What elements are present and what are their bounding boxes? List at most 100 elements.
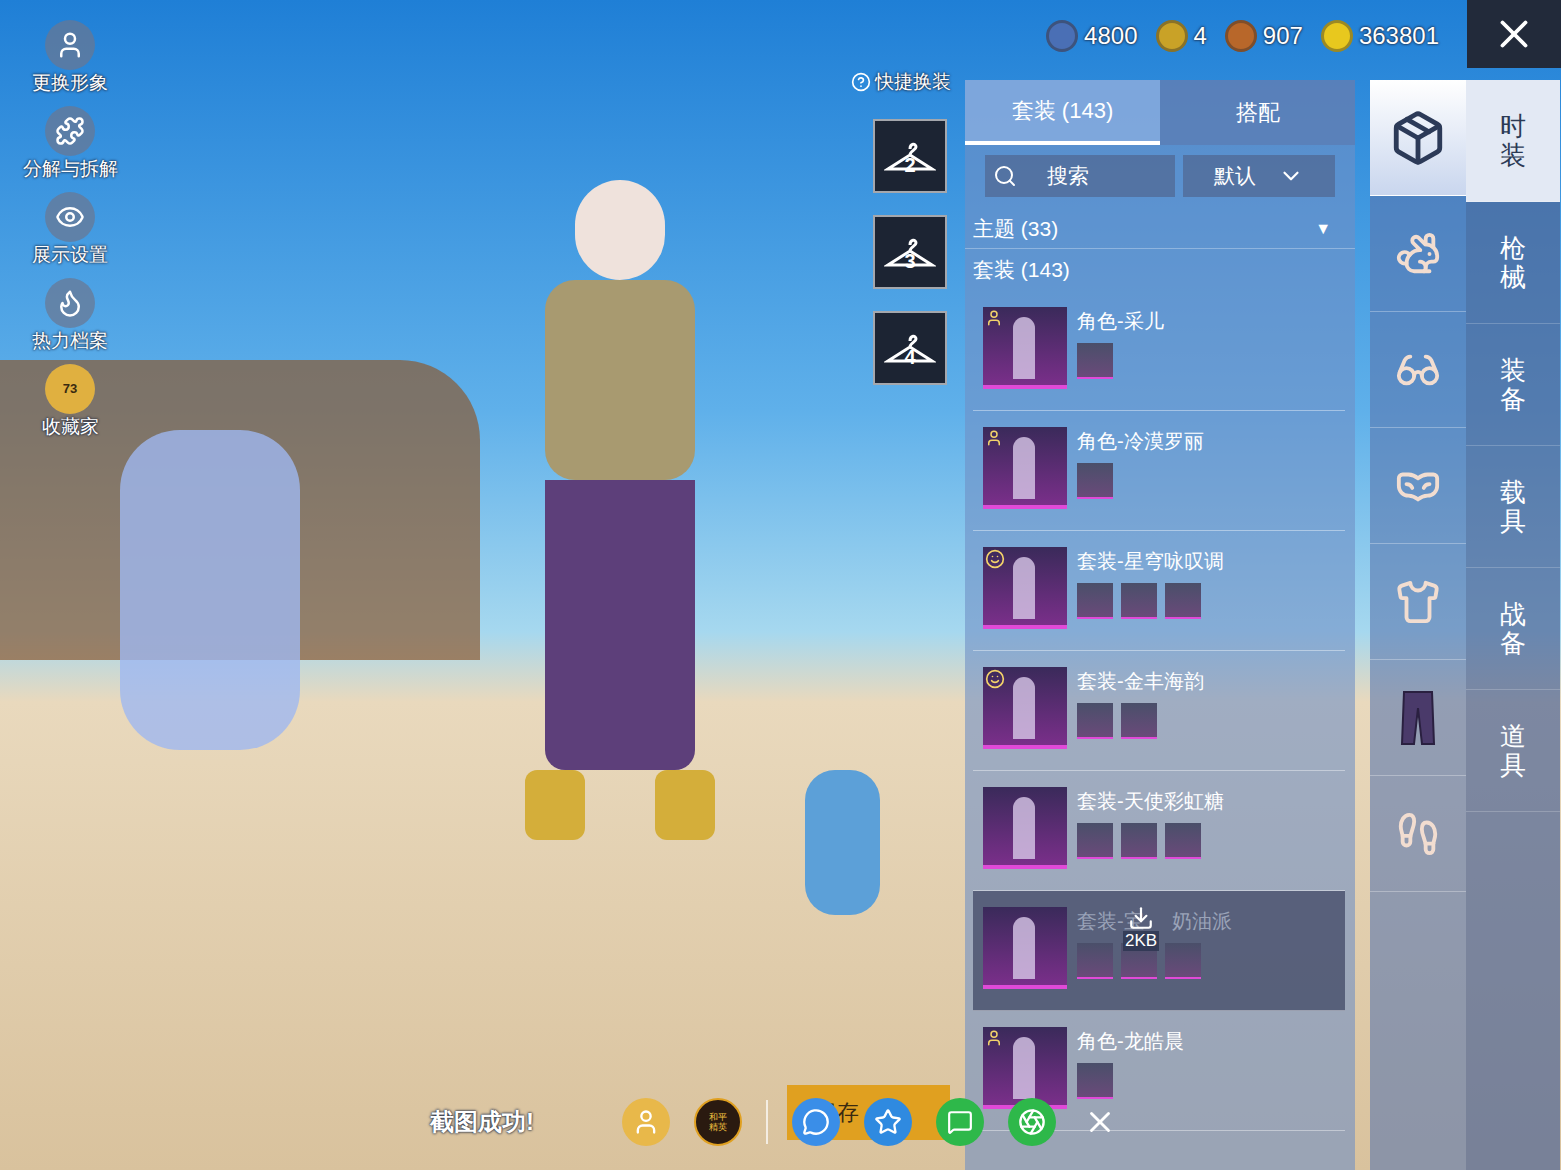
role-badge-icon <box>985 429 1003 447</box>
part-thumbnail <box>1077 823 1113 859</box>
part-thumbnail <box>1077 343 1113 379</box>
suit-title: 角色-龙皓晨 <box>1077 1027 1184 1055</box>
character <box>470 180 770 900</box>
main-tab[interactable]: 道具 <box>1466 690 1560 812</box>
suit-title: 套装-星穹咏叹调 <box>1077 547 1224 575</box>
qq-share[interactable] <box>792 1098 840 1146</box>
list-heading: 套装 (143) <box>965 249 1355 291</box>
wardrobe-screen: 更换形象分解与拆解展示设置热力档案73收藏家快捷换装23448004907363… <box>0 0 1561 1170</box>
currency: 4 <box>1156 18 1207 54</box>
currency: 363801 <box>1321 18 1439 54</box>
menu-icon <box>55 202 85 232</box>
mount <box>120 430 300 750</box>
suit-row[interactable]: 套装-天使彩虹糖 <box>973 771 1345 891</box>
smile-badge-icon <box>985 549 1005 569</box>
top-bar: 4800 4 907 363801 <box>965 0 1561 80</box>
category-tab[interactable] <box>1370 312 1466 428</box>
qq-icon <box>802 1108 830 1136</box>
figure-icon <box>1013 917 1035 979</box>
suit-row[interactable]: 角色-冷漠罗丽 <box>973 411 1345 531</box>
suit-row[interactable]: 套装-星穹咏叹调 <box>973 531 1345 651</box>
part-thumbnail <box>1165 943 1201 979</box>
main-tab[interactable]: 枪械 <box>1466 202 1560 324</box>
left-menu-item[interactable]: 展示设置 <box>32 192 108 268</box>
left-menu-item[interactable]: 73收藏家 <box>42 364 99 440</box>
sort-dropdown[interactable]: 默认 <box>1183 155 1335 197</box>
left-menu: 更换形象分解与拆解展示设置热力档案 73收藏家 <box>0 0 140 440</box>
currency: 907 <box>1225 18 1303 54</box>
menu-icon <box>55 288 85 318</box>
category-tab[interactable] <box>1370 544 1466 660</box>
category-tab[interactable] <box>1370 776 1466 892</box>
main-tab[interactable]: 时装 <box>1466 80 1560 202</box>
suit-thumbnail <box>983 1027 1067 1109</box>
avatar-share[interactable] <box>622 1098 670 1146</box>
part-thumbnail <box>1165 583 1201 619</box>
outfit-slot[interactable]: 4 <box>873 311 947 385</box>
part-thumbnail <box>1077 703 1113 739</box>
close-button[interactable] <box>1467 0 1561 68</box>
close-icon <box>1491 11 1537 57</box>
currency: 4800 <box>1046 18 1137 54</box>
qzone-share[interactable] <box>864 1098 912 1146</box>
wechat-share[interactable] <box>936 1098 984 1146</box>
search-field[interactable]: 搜索 <box>985 155 1175 197</box>
coin-icon <box>1321 20 1353 52</box>
coin-icon <box>1225 20 1257 52</box>
share-close[interactable] <box>1080 1102 1120 1142</box>
suit-thumbnail <box>983 547 1067 629</box>
part-thumbnail <box>1165 823 1201 859</box>
suit-thumbnail <box>983 787 1067 869</box>
part-thumbnail <box>1077 463 1113 499</box>
smile-badge-icon <box>985 669 1005 689</box>
main-tab[interactable]: 载具 <box>1466 446 1560 568</box>
help-icon[interactable] <box>851 72 871 92</box>
category-tab[interactable] <box>1370 428 1466 544</box>
figure-icon <box>1013 557 1035 619</box>
screenshot-message: 截图成功! <box>430 1104 534 1140</box>
aperture-icon <box>1018 1108 1046 1136</box>
left-menu-item[interactable]: 热力档案 <box>32 278 108 354</box>
category-tab[interactable] <box>1370 660 1466 776</box>
category-tab[interactable] <box>1370 196 1466 312</box>
category-tab[interactable] <box>1370 80 1466 196</box>
part-thumbnail <box>1077 583 1113 619</box>
suit-thumbnail <box>983 667 1067 749</box>
main-tab[interactable]: 装备 <box>1466 324 1560 446</box>
menu-icon <box>55 30 85 60</box>
main-tab[interactable]: 战备 <box>1466 568 1560 690</box>
star-icon <box>874 1108 902 1136</box>
panel-tab[interactable]: 搭配 <box>1160 80 1355 145</box>
panel-tab[interactable]: 套装 (143) <box>965 80 1160 145</box>
game-logo[interactable]: 和平精英 <box>694 1098 742 1146</box>
level-badge: 73 <box>45 364 95 414</box>
download-badge[interactable]: 2KB <box>1123 905 1159 951</box>
category-icon <box>1389 109 1447 167</box>
pet <box>805 770 880 915</box>
left-menu-item[interactable]: 分解与拆解 <box>23 106 118 182</box>
suit-row[interactable]: 套装-金丰海韵 <box>973 651 1345 771</box>
left-menu-item[interactable]: 更换形象 <box>32 20 108 96</box>
search-icon <box>993 164 1017 188</box>
suit-list: 角色-采儿角色-冷漠罗丽套装-星穹咏叹调套装-金丰海韵套装-天使彩虹糖套装-宝奶… <box>965 291 1355 1170</box>
main-tab-column: 时装枪械装备载具战备道具 <box>1466 80 1560 1170</box>
figure-icon <box>1013 677 1035 739</box>
figure-icon <box>1013 437 1035 499</box>
menu-icon <box>55 116 85 146</box>
suit-thumbnail <box>983 907 1067 989</box>
suit-title: 套装-金丰海韵 <box>1077 667 1204 695</box>
download-icon <box>1128 905 1154 931</box>
suit-row[interactable]: 角色-采儿 <box>973 291 1345 411</box>
outfit-panel: 套装 (143)搭配搜索默认主题 (33)▼套装 (143)角色-采儿角色-冷漠… <box>965 80 1355 1170</box>
suit-thumbnail <box>983 307 1067 389</box>
suit-title: 角色-冷漠罗丽 <box>1077 427 1204 455</box>
suit-row[interactable]: 套装-宝奶油派2KB <box>973 891 1345 1011</box>
pants-icon <box>1400 690 1436 746</box>
outfit-slot[interactable]: 3 <box>873 215 947 289</box>
moments-share[interactable] <box>1008 1098 1056 1146</box>
suit-title: 角色-采儿 <box>1077 307 1164 335</box>
theme-filter[interactable]: 主题 (33)▼ <box>965 209 1355 249</box>
category-icon <box>1395 811 1441 857</box>
part-thumbnail <box>1121 703 1157 739</box>
outfit-slot[interactable]: 2 <box>873 119 947 193</box>
